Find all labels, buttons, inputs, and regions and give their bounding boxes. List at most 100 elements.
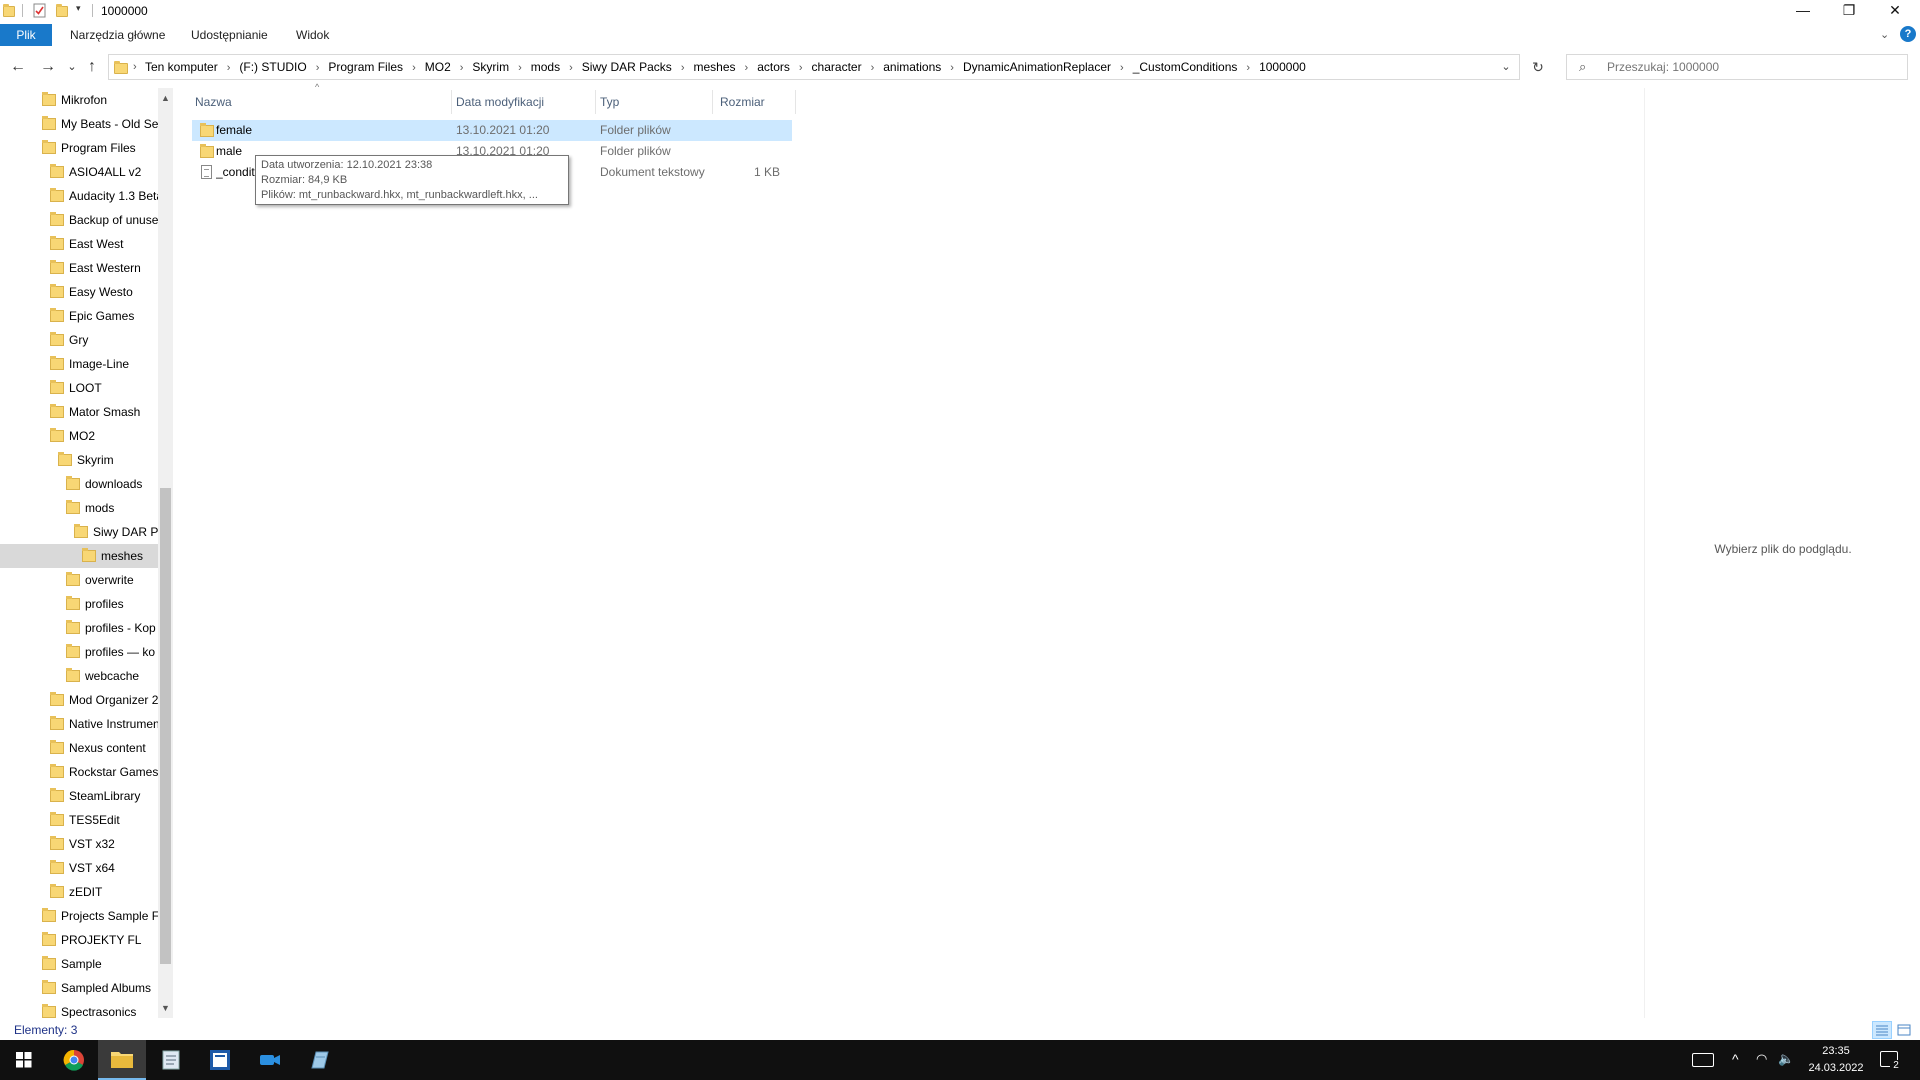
nav-item[interactable]: Sampled Albums xyxy=(0,976,158,1000)
column-header-date[interactable]: Data modyfikacji xyxy=(456,88,544,116)
customize-quick-access-icon[interactable]: ▾ xyxy=(76,3,81,14)
minimize-button[interactable]: — xyxy=(1780,0,1826,22)
nav-item[interactable]: ASIO4ALL v2 xyxy=(0,160,158,184)
column-header-size[interactable]: Rozmiar xyxy=(720,88,765,116)
details-view-button[interactable] xyxy=(1872,1021,1892,1039)
breadcrumb-separator-icon[interactable]: › xyxy=(569,62,573,74)
up-button[interactable]: ↑ xyxy=(82,56,102,78)
nav-scrollbar-thumb[interactable] xyxy=(160,488,171,964)
file-row[interactable]: female 13.10.2021 01:20 Folder plików xyxy=(192,120,792,141)
tab-home[interactable]: Narzędzia główne xyxy=(70,24,165,46)
search-input[interactable] xyxy=(1607,55,1897,79)
help-icon[interactable]: ? xyxy=(1900,26,1916,42)
recent-locations-button[interactable]: ⌄ xyxy=(62,56,82,78)
nav-item[interactable]: Rockstar Games xyxy=(0,760,158,784)
breadcrumb-separator-icon[interactable]: › xyxy=(316,62,320,74)
search-box[interactable]: ⌕ xyxy=(1566,54,1908,80)
breadcrumb-item[interactable]: Ten komputer xyxy=(145,60,218,74)
breadcrumb-item[interactable]: animations xyxy=(883,60,941,74)
forward-button[interactable]: → xyxy=(38,56,58,78)
tab-share[interactable]: Udostępnianie xyxy=(191,24,268,46)
breadcrumb-item[interactable]: Program Files xyxy=(328,60,403,74)
breadcrumb-separator-icon[interactable]: › xyxy=(799,62,803,74)
nav-item[interactable]: overwrite xyxy=(0,568,158,592)
nav-item[interactable]: Sample xyxy=(0,952,158,976)
close-button[interactable]: ✕ xyxy=(1872,0,1918,22)
breadcrumb-item[interactable]: _CustomConditions xyxy=(1133,60,1238,74)
nav-item[interactable]: Nexus content xyxy=(0,736,158,760)
column-divider[interactable] xyxy=(712,90,713,114)
clock-date[interactable]: 24.03.2022 xyxy=(1802,1062,1870,1074)
network-icon[interactable]: ◠ xyxy=(1756,1051,1767,1067)
breadcrumb-item[interactable]: DynamicAnimationReplacer xyxy=(963,60,1111,74)
nav-item[interactable]: PROJEKTY FL xyxy=(0,928,158,952)
tab-view[interactable]: Widok xyxy=(296,24,329,46)
breadcrumb-separator-icon[interactable]: › xyxy=(871,62,875,74)
nav-item[interactable]: Skyrim xyxy=(0,448,158,472)
breadcrumb-separator-icon[interactable]: › xyxy=(227,62,231,74)
breadcrumb-separator-icon[interactable]: › xyxy=(412,62,416,74)
nav-item[interactable]: Epic Games xyxy=(0,304,158,328)
nav-item[interactable]: East West xyxy=(0,232,158,256)
nav-item[interactable]: Projects Sample Fo xyxy=(0,904,158,928)
nav-item[interactable]: TES5Edit xyxy=(0,808,158,832)
column-divider[interactable] xyxy=(595,90,596,114)
breadcrumb-item[interactable]: actors xyxy=(757,60,790,74)
nav-item[interactable]: profiles - Kop xyxy=(0,616,158,640)
start-button[interactable] xyxy=(0,1040,48,1080)
input-indicator-icon[interactable] xyxy=(1692,1053,1714,1067)
new-folder-icon[interactable] xyxy=(55,3,69,18)
clock-time[interactable]: 23:35 xyxy=(1806,1045,1866,1057)
nav-item[interactable]: MO2 xyxy=(0,424,158,448)
chevron-down-icon[interactable]: ⌄ xyxy=(1880,28,1889,41)
nav-item[interactable]: VST x32 xyxy=(0,832,158,856)
scroll-up-icon[interactable]: ▲ xyxy=(158,90,173,106)
nav-item[interactable]: profiles — ko xyxy=(0,640,158,664)
column-header-name[interactable]: Nazwa xyxy=(195,88,232,116)
breadcrumb-item[interactable]: MO2 xyxy=(425,60,451,74)
nav-item[interactable]: Easy Westo xyxy=(0,280,158,304)
chrome-icon[interactable] xyxy=(50,1040,98,1080)
maximize-button[interactable]: ❐ xyxy=(1826,0,1872,22)
scroll-down-icon[interactable]: ▼ xyxy=(158,1000,173,1016)
column-divider[interactable] xyxy=(451,90,452,114)
show-hidden-icons-icon[interactable]: ^ xyxy=(1732,1051,1739,1067)
nav-item[interactable]: Mod Organizer 2 xyxy=(0,688,158,712)
breadcrumb-separator-icon[interactable]: › xyxy=(1246,62,1250,74)
folder-icon[interactable] xyxy=(2,3,16,18)
nav-item[interactable]: Native Instrumen xyxy=(0,712,158,736)
breadcrumb-item[interactable]: 1000000 xyxy=(1259,60,1306,74)
breadcrumb-item[interactable]: character xyxy=(812,60,862,74)
back-button[interactable]: ← xyxy=(8,56,28,78)
breadcrumb-item[interactable]: Skyrim xyxy=(472,60,509,74)
file-explorer-icon[interactable] xyxy=(98,1040,146,1080)
breadcrumb-separator-icon[interactable]: › xyxy=(681,62,685,74)
nav-item[interactable]: Program Files xyxy=(0,136,158,160)
nav-item[interactable]: Audacity 1.3 Beta xyxy=(0,184,158,208)
nav-item[interactable]: Mikrofon xyxy=(0,88,158,112)
breadcrumb-separator-icon[interactable]: › xyxy=(518,62,522,74)
nav-item[interactable]: downloads xyxy=(0,472,158,496)
breadcrumb-item[interactable]: (F:) STUDIO xyxy=(239,60,306,74)
breadcrumb-separator-icon[interactable]: › xyxy=(460,62,464,74)
nav-item[interactable]: Backup of unuse xyxy=(0,208,158,232)
breadcrumb-item[interactable]: Siwy DAR Packs xyxy=(582,60,672,74)
breadcrumb-separator-icon[interactable]: › xyxy=(1120,62,1124,74)
nav-item[interactable]: Siwy DAR Pa xyxy=(0,520,158,544)
tab-file[interactable]: Plik xyxy=(0,24,52,46)
nav-item[interactable]: SteamLibrary xyxy=(0,784,158,808)
nav-item[interactable]: Spectrasonics xyxy=(0,1000,158,1018)
nav-item[interactable]: mods xyxy=(0,496,158,520)
breadcrumb-separator-icon[interactable]: › xyxy=(745,62,749,74)
nav-item[interactable]: zEDIT xyxy=(0,880,158,904)
notepad-icon[interactable] xyxy=(148,1040,196,1080)
tes5edit-icon[interactable] xyxy=(196,1040,244,1080)
nav-item[interactable]: webcache xyxy=(0,664,158,688)
nav-item[interactable]: East Western xyxy=(0,256,158,280)
address-bar[interactable]: › Ten komputer › (F:) STUDIO › Program Files… xyxy=(108,54,1520,80)
nav-item[interactable]: profiles xyxy=(0,592,158,616)
nav-scrollbar[interactable]: ▲ ▼ xyxy=(158,88,173,1018)
nav-item[interactable]: My Beats - Old Ser xyxy=(0,112,158,136)
column-header-type[interactable]: Typ xyxy=(600,88,619,116)
nav-item[interactable]: VST x64 xyxy=(0,856,158,880)
